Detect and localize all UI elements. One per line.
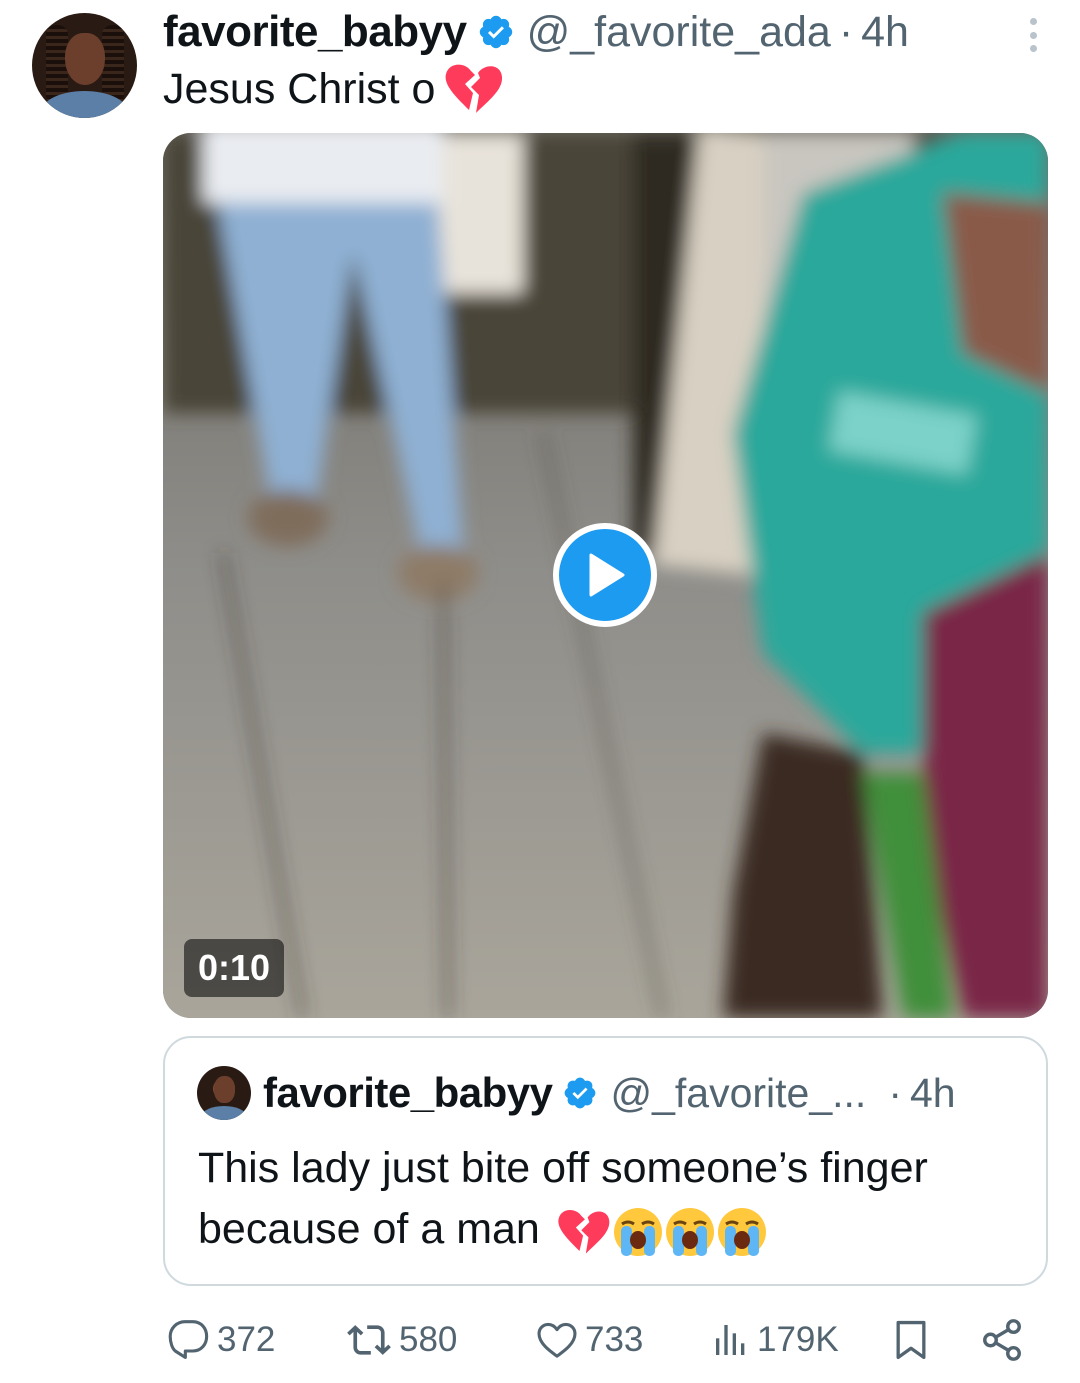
quoted-tweet[interactable]: favorite_babyy @_favorite_... · 4h This … [163, 1036, 1048, 1286]
loudly-crying-face-icon [665, 1207, 714, 1256]
play-icon [589, 553, 625, 597]
verified-badge-icon [565, 1077, 596, 1109]
video-duration-badge: 0:10 [184, 939, 285, 997]
share-icon [983, 1319, 1021, 1361]
repost-button[interactable]: 580 [345, 1310, 457, 1370]
like-count: 733 [585, 1320, 644, 1359]
share-button[interactable] [979, 1310, 1025, 1370]
tweet-text-content: Jesus Christ o [163, 64, 436, 113]
reply-button[interactable]: 372 [167, 1310, 275, 1370]
repost-count: 580 [399, 1320, 458, 1359]
tweet: favorite_babyy @_favorite_ada · 4h Jesus… [0, 0, 1080, 1383]
view-count: 179K [757, 1320, 839, 1359]
loudly-crying-face-icon [717, 1207, 766, 1256]
action-bar: 372 580 733 179K [163, 1310, 1043, 1370]
analytics-icon [716, 1325, 745, 1355]
handle[interactable]: @_favorite_ada [527, 8, 831, 57]
more-options-icon[interactable] [1026, 18, 1040, 52]
timestamp[interactable]: 4h [861, 8, 909, 57]
quoted-tweet-header: favorite_babyy @_favorite_... · 4h [197, 1066, 956, 1120]
play-button[interactable] [553, 523, 657, 627]
avatar[interactable] [32, 13, 137, 118]
bookmark-icon [896, 1320, 926, 1360]
bookmark-button[interactable] [889, 1310, 933, 1370]
quoted-handle: @_favorite_... [610, 1069, 867, 1116]
like-button[interactable]: 733 [535, 1310, 643, 1370]
views-button[interactable]: 179K [711, 1310, 839, 1370]
separator-dot: · [838, 7, 854, 56]
tweet-header: favorite_babyy @_favorite_ada · 4h [163, 4, 909, 60]
display-name[interactable]: favorite_babyy [163, 7, 467, 57]
video-player[interactable]: 0:10 [163, 133, 1048, 1018]
separator-dot: · [888, 1069, 902, 1116]
quoted-tweet-text: This lady just bite off someone’s finger… [198, 1138, 1028, 1260]
tweet-text: Jesus Christ o [163, 62, 505, 116]
verified-badge-icon [479, 15, 512, 49]
quoted-timestamp: 4h [909, 1069, 956, 1116]
quoted-display-name: favorite_babyy [263, 1069, 553, 1116]
heart-icon [537, 1322, 577, 1358]
broken-heart-icon [558, 1209, 610, 1254]
reply-count: 372 [217, 1320, 276, 1359]
quoted-avatar [197, 1066, 251, 1120]
broken-heart-icon [446, 64, 503, 113]
repost-icon [347, 1325, 391, 1355]
loudly-crying-face-icon [613, 1207, 662, 1256]
reply-icon [168, 1320, 209, 1359]
